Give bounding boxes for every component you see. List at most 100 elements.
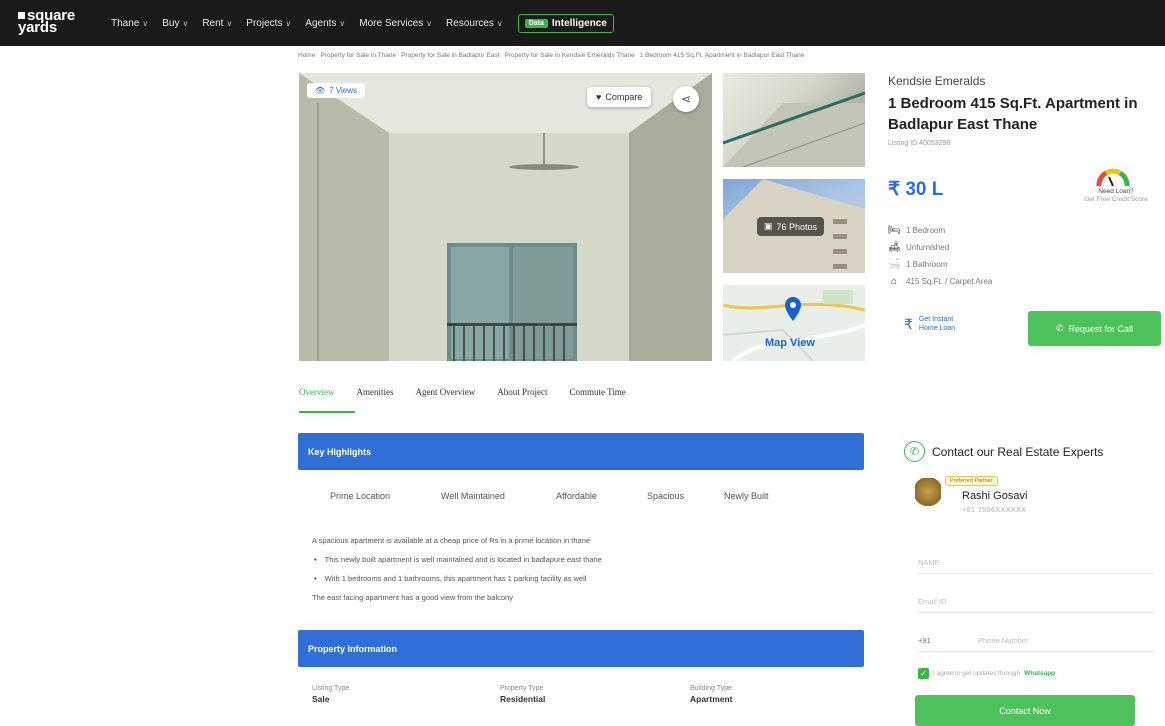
contact-now-button[interactable]: Contact Now xyxy=(915,695,1135,726)
property-price: ₹ 30 L xyxy=(888,179,944,200)
property-features: 🛏 1 Bedroom 🛋 Unfurnished 🛁 1 Bathroom ⌂ 415 Sq… xyxy=(888,224,992,287)
contact-header: ✆ Contact our Real Estate Experts xyxy=(904,441,1103,462)
nav-item-agents[interactable]: Agents ∨ xyxy=(298,18,352,29)
top-navbar: square yards Thane ∨ Buy ∨ Rent ∨ Projects ∨ Age… xyxy=(0,0,1165,46)
description-bullet: With 1 bedrooms and 1 bathrooms, this ap… xyxy=(312,569,602,588)
phone-field[interactable]: +91 Phone Number xyxy=(918,630,1154,652)
highlight-chip: Well Maintained xyxy=(441,491,505,501)
property-title: 1 Bedroom 415 Sq.Ft. Apartment in Badlap… xyxy=(888,95,1138,133)
tab-commute-time[interactable]: Commute Time xyxy=(569,387,625,405)
tab-amenities[interactable]: Amenities xyxy=(357,387,394,405)
loan-title: Need Loan? xyxy=(1098,188,1134,195)
chevron-down-icon: ∨ xyxy=(182,18,189,28)
description-outro: The east facing apartment has a good vie… xyxy=(312,593,513,602)
property-description: A spacious apartment is available at a c… xyxy=(312,531,602,607)
phone-icon: ✆ xyxy=(1055,323,1064,333)
logo-text-line2: yards xyxy=(18,19,58,36)
tab-about-project[interactable]: About Project xyxy=(497,387,547,405)
loan-cta[interactable]: Need Loan? Get Free Credit Score xyxy=(1072,188,1160,204)
checkbox-checked-icon[interactable]: ✓ xyxy=(918,668,929,679)
request-call-button[interactable]: ✆ Request for Call xyxy=(1028,311,1161,346)
instant-loan-link[interactable]: ₹ Get Instant Home Loan xyxy=(904,315,961,333)
property-information-title: Property Information xyxy=(308,643,398,654)
share-icon: ⋖ xyxy=(680,92,692,106)
breadcrumb-item[interactable]: Home xyxy=(298,52,315,59)
breadcrumb-item[interactable]: Property for Sale in Kendsie Emeralds Th… xyxy=(504,52,634,59)
loan-subtitle: Get Free Credit Score xyxy=(1084,196,1148,203)
nav-item-rent[interactable]: Rent ∨ xyxy=(195,18,239,29)
contact-title: Contact our Real Estate Experts xyxy=(932,444,1104,459)
description-bullet: This newly built apartment is well maint… xyxy=(312,550,602,569)
breadcrumb-item[interactable]: Property for Sale in Badlapur East xyxy=(401,52,499,59)
nav-item-label: Resources xyxy=(446,17,494,29)
image-icon: ▣ xyxy=(764,221,773,231)
sofa-icon: 🛋 xyxy=(888,241,901,253)
data-intelligence-link[interactable]: Data Intelligence xyxy=(517,13,614,33)
home-icon: ⌂ xyxy=(890,275,898,287)
views-count: 7 Views xyxy=(329,86,358,95)
nav-item-projects[interactable]: Projects ∨ xyxy=(239,18,298,29)
nav-item-resources[interactable]: Resources ∨ xyxy=(439,18,510,29)
chevron-down-icon: ∨ xyxy=(426,18,433,28)
info-listing-type: Listing Type Sale xyxy=(312,683,349,705)
compare-button[interactable]: ♥ Compare xyxy=(587,87,652,107)
chevron-down-icon: ∨ xyxy=(142,18,149,28)
map-view-thumbnail[interactable]: Map View xyxy=(723,285,865,361)
chevron-down-icon: ∨ xyxy=(339,18,346,28)
key-highlights-header: Key Highlights xyxy=(298,433,864,470)
nav-item-label: Agents xyxy=(305,17,337,29)
share-button[interactable]: ⋖ xyxy=(673,86,699,112)
name-field[interactable]: NAME xyxy=(918,552,1154,574)
nav-item-label: Rent xyxy=(202,17,224,29)
whatsapp-consent[interactable]: ✓ I agree to get updates through Whatsap… xyxy=(918,668,1055,679)
data-badge: Data xyxy=(524,18,548,28)
info-value: Residential xyxy=(500,694,546,704)
key-highlights-title: Key Highlights xyxy=(308,446,372,457)
main-property-photo[interactable]: 👁 7 Views ♥ Compare ⋖ xyxy=(299,73,712,361)
nav-item-label: More Services xyxy=(359,17,424,29)
preferred-partner-badge: Preferred Partner xyxy=(945,476,998,486)
tab-overview[interactable]: Overview xyxy=(299,387,335,405)
feature-label: 1 Bathroom xyxy=(906,259,948,269)
eye-icon: 👁 xyxy=(315,86,326,95)
nav-item-thane[interactable]: Thane ∨ xyxy=(104,18,155,29)
photos-count-label: 76 Photos xyxy=(776,221,818,232)
compare-label: Compare xyxy=(605,92,643,102)
bathtub-icon: 🛁 xyxy=(888,258,901,270)
loan-gauge-icon[interactable] xyxy=(1095,166,1131,188)
highlight-chip: Spacious xyxy=(647,491,685,501)
feature-item: 🛋 Unfurnished xyxy=(888,241,992,253)
info-value: Apartment xyxy=(690,694,733,704)
views-badge: 👁 7 Views xyxy=(307,83,366,98)
breadcrumb-item[interactable]: Property for Sale in Thane xyxy=(320,52,396,59)
photos-count-badge[interactable]: ▣ 76 Photos xyxy=(757,217,825,236)
whatsapp-label: Whatsapp xyxy=(1024,670,1056,677)
feature-label: 415 Sq.Ft. / Carpet Area xyxy=(906,276,993,286)
tab-agent-overview[interactable]: Agent Overview xyxy=(416,387,476,405)
square-yards-logo[interactable]: square yards xyxy=(18,8,75,36)
listing-id: Listing ID 40053298 xyxy=(888,140,951,147)
country-code-select[interactable]: +91 xyxy=(918,636,978,645)
project-name-link[interactable]: Kendsie Emeralds xyxy=(888,74,985,88)
nav-item-label: Buy xyxy=(162,17,180,29)
money-bag-icon: ₹ xyxy=(904,315,913,332)
request-call-label: Request for Call xyxy=(1068,323,1134,334)
breadcrumb-item[interactable]: 1 Bedroom 415 Sq.Ft. Apartment in Badlap… xyxy=(640,52,805,59)
highlight-chip: Affordable xyxy=(556,491,597,501)
nav-item-label: Thane xyxy=(111,17,140,29)
thumbnail-photo-1[interactable] xyxy=(723,73,865,167)
nav-item-label: Projects xyxy=(246,17,283,29)
feature-item: 🛏 1 Bedroom xyxy=(888,224,992,236)
name-placeholder: NAME xyxy=(918,558,940,567)
map-view-label: Map View xyxy=(765,337,815,349)
email-field[interactable]: Email ID xyxy=(918,591,1154,613)
info-label: Building Type xyxy=(690,685,732,692)
info-property-type: Property Type Residential xyxy=(500,683,545,705)
feature-item: 🛁 1 Bathroom xyxy=(888,258,992,270)
section-tabs: Overview Amenities Agent Overview About Pro… xyxy=(299,387,626,405)
thumbnail-photo-2[interactable]: ▣ 76 Photos xyxy=(723,179,865,273)
highlight-chip: Prime Location xyxy=(330,491,391,501)
nav-item-buy[interactable]: Buy ∨ xyxy=(155,18,195,29)
nav-item-more-services[interactable]: More Services ∨ xyxy=(352,18,439,29)
phone-placeholder: Phone Number xyxy=(978,636,1029,645)
